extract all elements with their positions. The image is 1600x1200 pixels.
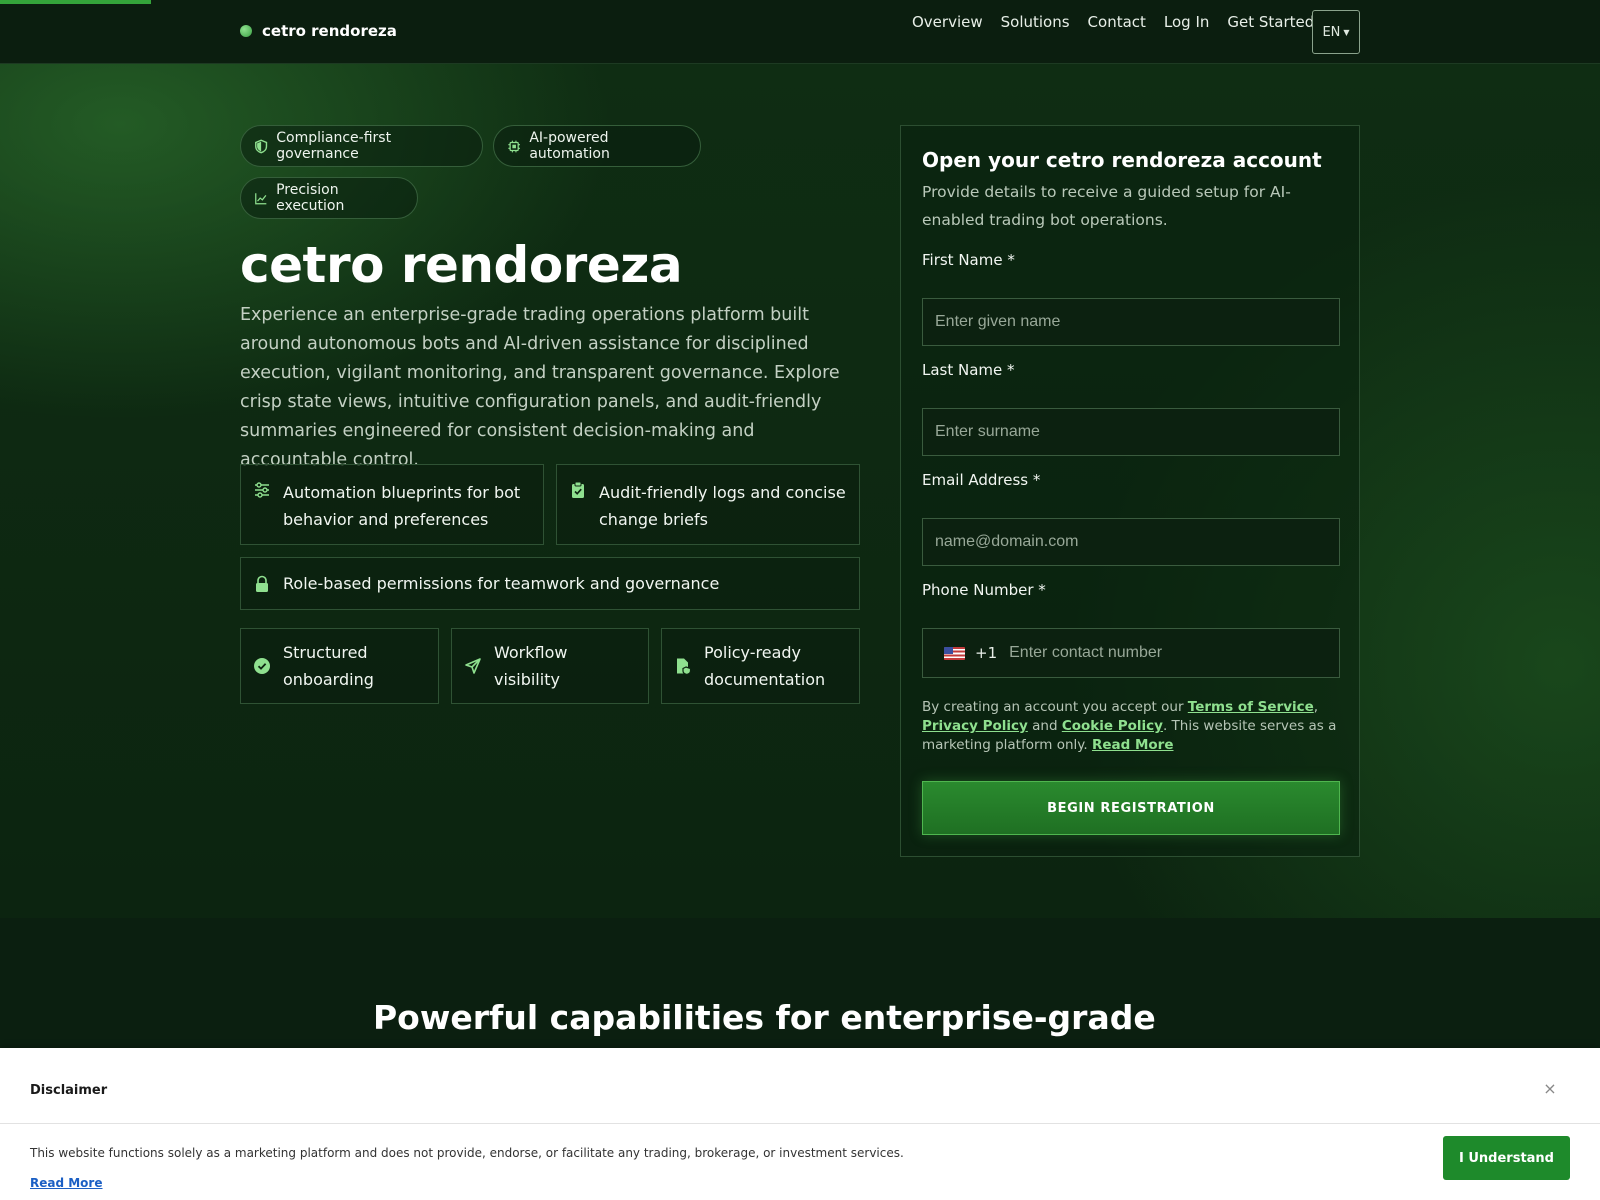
nav-login[interactable]: Log In [1164,12,1210,32]
line-chart-icon [255,192,267,204]
brand-logo[interactable]: cetro rendoreza [240,22,397,40]
last-name-input[interactable] [922,408,1340,456]
pill-compliance: Compliance-first governance [240,125,483,167]
check-circle-icon [254,658,270,674]
cookie-policy-link[interactable]: Cookie Policy [1062,718,1163,734]
terms-and: and [1027,718,1062,734]
brand-dot-icon [240,25,252,37]
feature-automation-blueprints: Automation blueprints for bot behavior a… [240,464,544,545]
sliders-icon [255,482,269,498]
email-input[interactable] [922,518,1340,566]
disclaimer-header: Disclaimer × [0,1048,1600,1124]
feature-text: Policy-ready documentation [704,643,826,689]
send-icon [465,658,481,674]
shield-icon [255,138,268,153]
terms-prefix: By creating an account you accept our [922,699,1188,715]
feature-policy-documentation: Policy-ready documentation [661,628,860,704]
site-header: cetro rendoreza Overview Solutions Conta… [0,0,1600,64]
phone-dial-code[interactable]: +1 [975,644,997,662]
page-progress-bar [0,0,151,4]
close-icon[interactable]: × [1540,1078,1560,1098]
cpu-icon [508,140,520,152]
nav-get-started[interactable]: Get Started [1227,12,1314,32]
first-name-label: First Name * [922,251,1015,269]
first-name-input[interactable] [922,298,1340,346]
privacy-policy-link[interactable]: Privacy Policy [922,718,1028,734]
pill-label: Precision execution [276,182,345,214]
feature-text: Structured onboarding [283,643,374,689]
feature-workflow-visibility: Workflow visibility [451,628,649,704]
feature-role-permissions: Role-based permissions for teamwork and … [240,557,860,610]
feature-text: Audit-friendly logs and concise change b… [599,483,846,529]
terms-of-service-link[interactable]: Terms of Service [1188,699,1314,715]
terms-text: By creating an account you accept our Te… [922,699,1337,753]
phone-label: Phone Number * [922,581,1046,599]
main-nav: Overview Solutions Contact Log In Get St… [912,12,1332,32]
disclaimer-read-more-link[interactable]: Read More [30,1176,103,1190]
pill-ai-automation: AI-powered automation [493,125,701,167]
read-more-link[interactable]: Read More [1092,737,1174,753]
pill-label: AI-powered automation [529,130,610,162]
disclaimer-title: Disclaimer [30,1083,108,1098]
last-name-label: Last Name * [922,361,1015,379]
brand-name: cetro rendoreza [262,22,397,40]
feature-text: Role-based permissions for teamwork and … [283,574,720,593]
feature-text: Automation blueprints for bot behavior a… [283,483,521,529]
lock-icon [256,575,268,592]
registration-card: Open your cetro rendoreza account Provid… [900,125,1360,857]
us-flag-icon[interactable] [944,646,965,660]
form-title: Open your cetro rendoreza account [922,148,1322,172]
email-label: Email Address * [922,471,1041,489]
form-subtitle: Provide details to receive a guided setu… [922,183,1291,229]
pill-label: Compliance-first governance [276,130,392,162]
capabilities-title: Powerful capabilities for enterprise-gra… [373,998,1156,1037]
feature-structured-onboarding: Structured onboarding [240,628,439,704]
phone-field: +1 [922,628,1340,678]
hero-title: cetro rendoreza [240,236,683,294]
chevron-down-icon: ▼ [1343,27,1350,37]
feature-audit-logs: Audit-friendly logs and concise change b… [556,464,860,545]
language-label: EN [1322,24,1341,40]
clipboard-check-icon [572,481,584,498]
pill-precision: Precision execution [240,177,418,219]
file-shield-icon [677,658,692,675]
hero-description: Experience an enterprise-grade trading o… [240,305,840,470]
nav-solutions[interactable]: Solutions [1001,12,1070,32]
disclaimer-banner: Disclaimer × This website functions sole… [0,1048,1600,1200]
i-understand-button[interactable]: I Understand [1443,1136,1570,1180]
feature-text: Workflow visibility [494,643,568,689]
nav-overview[interactable]: Overview [912,12,983,32]
language-selector[interactable]: EN ▼ [1312,10,1360,54]
begin-registration-button[interactable]: BEGIN REGISTRATION [922,781,1340,835]
phone-input[interactable] [1009,644,1310,662]
nav-contact[interactable]: Contact [1088,12,1146,32]
disclaimer-text: This website functions solely as a marke… [30,1146,904,1160]
